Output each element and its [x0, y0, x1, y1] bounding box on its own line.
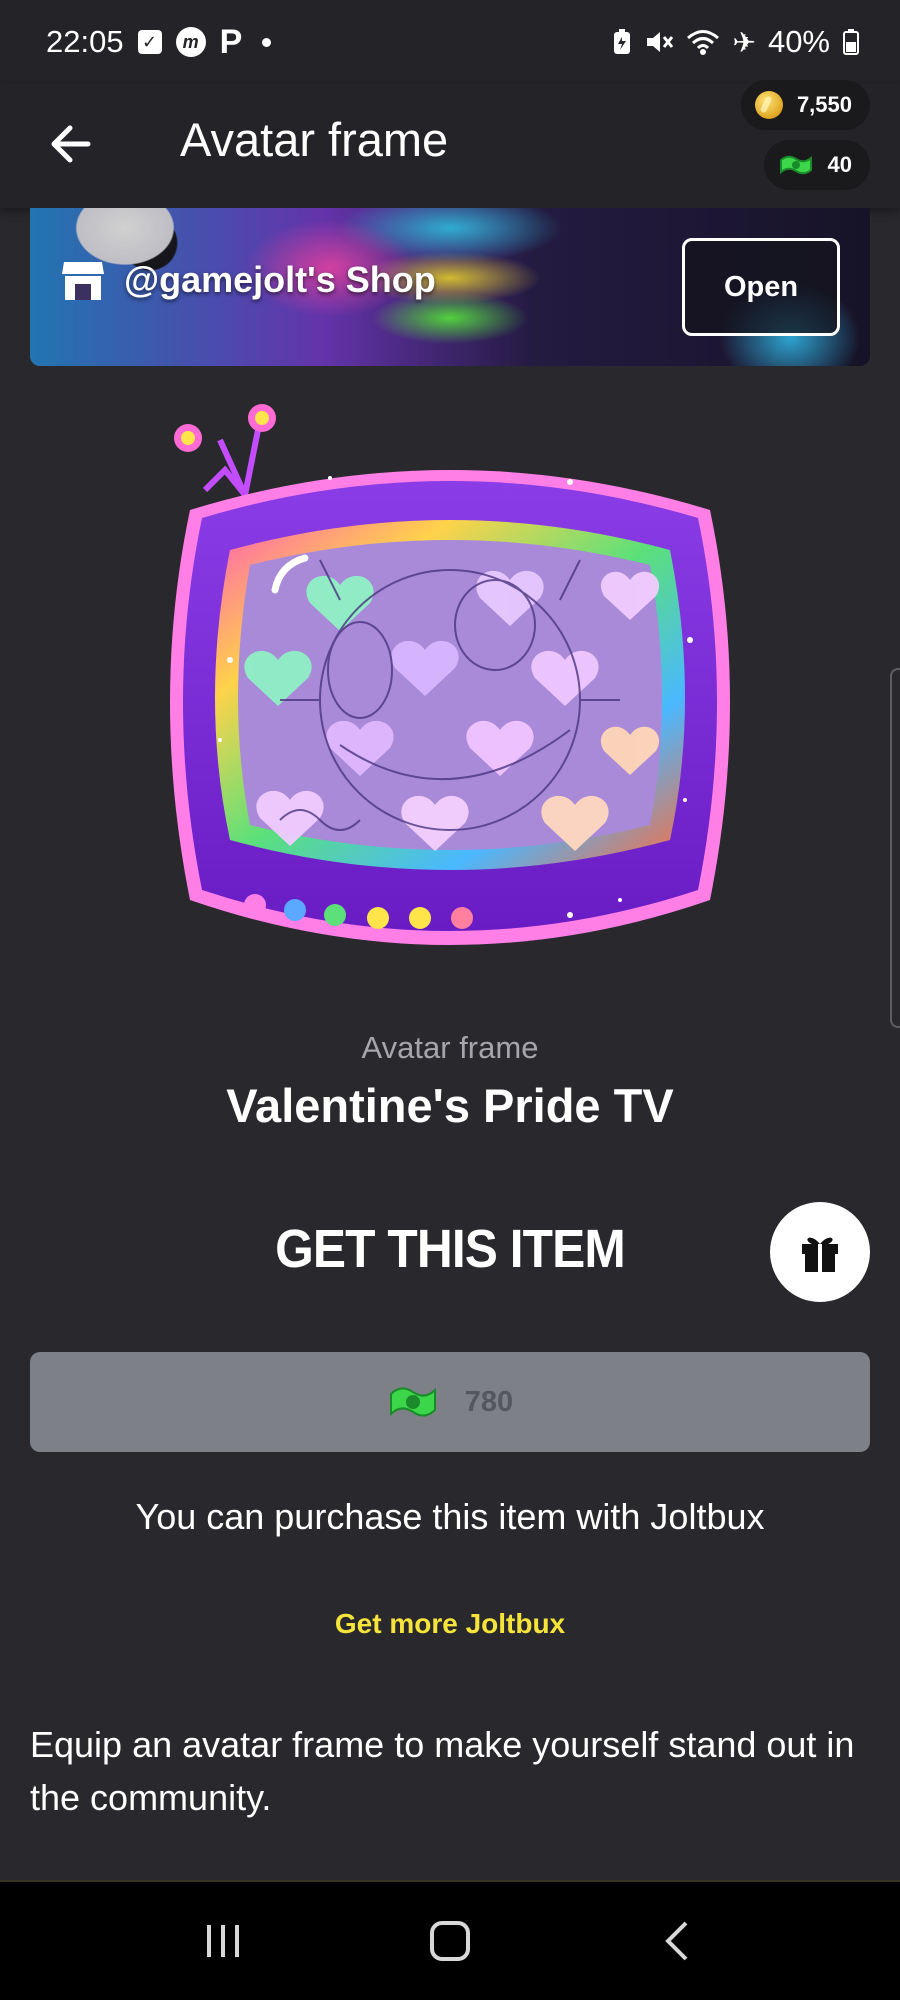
battery-saver-icon: [614, 29, 631, 54]
store-icon: [62, 262, 104, 300]
item-name: Valentine's Pride TV: [226, 1079, 674, 1132]
shop-info[interactable]: @gamejolt's Shop: [60, 258, 436, 302]
joltbux-balance[interactable]: 40: [763, 140, 870, 190]
open-shop-button[interactable]: Open: [682, 238, 840, 336]
buy-with-joltbux-button[interactable]: 780: [30, 1352, 870, 1452]
status-time: 22:05: [46, 24, 124, 59]
screen: 22:05 ✓ m P ✈ 40% Avatar frame 7,550 40: [0, 0, 900, 2000]
shop-banner: @gamejolt's Shop Open: [30, 208, 870, 366]
app-header: Avatar frame 7,550 40: [0, 80, 900, 208]
joltbux-icon: [779, 155, 812, 175]
home-icon: [429, 1921, 470, 1961]
shop-name: @gamejolt's Shop: [124, 259, 436, 300]
joltbux-value: 40: [827, 152, 852, 177]
item-description: Equip an avatar frame to make yourself s…: [30, 1724, 855, 1818]
recent-apps-button[interactable]: [178, 1901, 268, 1981]
gift-icon: [802, 1237, 838, 1272]
back-icon: [664, 1921, 688, 1961]
recent-apps-icon: [207, 1925, 240, 1957]
item-type: Avatar frame: [361, 1030, 539, 1065]
airplane-icon: ✈: [732, 26, 756, 58]
coin-icon: [754, 91, 783, 119]
gift-button[interactable]: [770, 1202, 870, 1302]
price-value: 780: [464, 1385, 514, 1418]
avatar-frame-image: [170, 404, 730, 945]
purchase-note: You can purchase this item with Joltbux: [135, 1496, 765, 1537]
battery-icon: [843, 29, 859, 55]
check-box-icon: ✓: [137, 30, 162, 54]
scrollbar[interactable]: [890, 668, 900, 1028]
get-item-heading: GET THIS ITEM: [275, 1219, 626, 1279]
battery-percent: 40%: [767, 24, 830, 59]
dot-icon: [262, 37, 272, 47]
messenger-icon: m: [175, 27, 206, 57]
joltbux-icon: [389, 1387, 436, 1417]
mute-icon: [647, 32, 674, 52]
page-title: Avatar frame: [180, 113, 449, 166]
home-button[interactable]: [405, 1901, 495, 1981]
coins-value: 7,550: [796, 92, 852, 117]
system-nav-bar: [0, 1880, 900, 2000]
back-button[interactable]: [40, 114, 100, 174]
arrow-left-icon: [51, 125, 91, 163]
coins-balance[interactable]: 7,550: [740, 80, 870, 130]
wifi-icon: [687, 30, 720, 55]
get-more-joltbux-link[interactable]: Get more Joltbux: [0, 1608, 900, 1640]
nav-back-button[interactable]: [632, 1901, 722, 1981]
status-bar: 22:05 ✓ m P ✈ 40%: [0, 0, 900, 84]
p-icon: P: [219, 22, 243, 61]
